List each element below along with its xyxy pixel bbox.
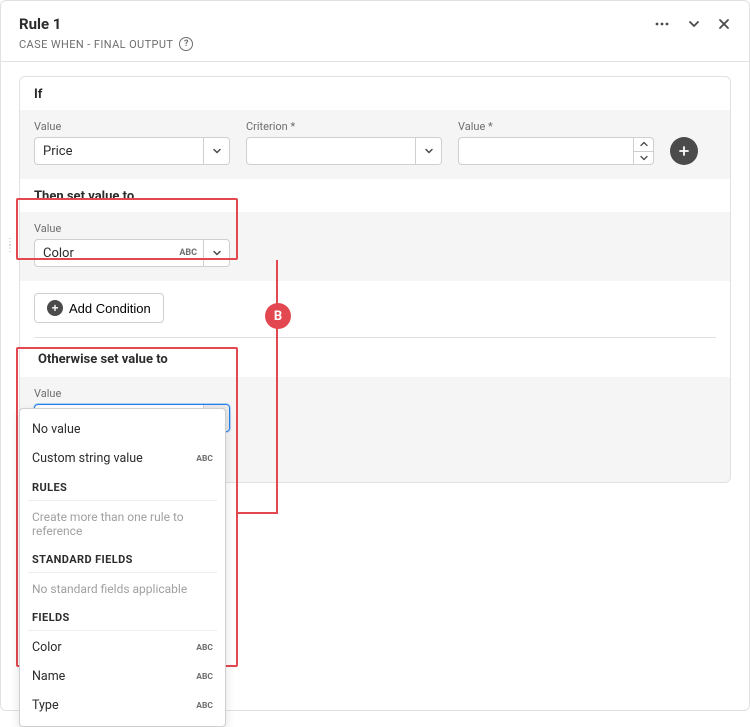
then-section: Then set value to xyxy=(20,179,730,204)
panel-body: ⋮⋮⋮⋮ If Value Price xyxy=(1,62,749,507)
if-value2-label: Value * xyxy=(458,120,654,133)
if-title: If xyxy=(34,87,716,102)
abc-badge: ABC xyxy=(196,454,213,464)
criterion-label: Criterion * xyxy=(246,120,442,133)
chevron-down-icon[interactable] xyxy=(203,240,229,266)
then-value-label: Value xyxy=(34,222,230,235)
otherwise-value-label: Value xyxy=(34,387,230,400)
dropdown-item-custom-string[interactable]: Custom string value ABC xyxy=(20,444,225,473)
rule-subtitle: CASE WHEN - FINAL OUTPUT ? xyxy=(19,37,193,51)
if-value-select[interactable]: Price xyxy=(34,137,230,165)
if-body: Value Price Criterion * xyxy=(20,110,730,179)
if-section: If xyxy=(20,77,730,102)
criterion-select[interactable] xyxy=(246,137,442,165)
value-dropdown: No value Custom string value ABC RULES C… xyxy=(19,408,226,727)
panel-header: Rule 1 CASE WHEN - FINAL OUTPUT ? xyxy=(1,1,749,62)
dropdown-hint-standard: No standard fields applicable xyxy=(20,575,225,603)
chevron-down-icon[interactable] xyxy=(203,138,229,164)
dropdown-header-fields: FIELDS xyxy=(28,605,217,631)
then-value-select[interactable]: Color ABC xyxy=(34,239,230,267)
stepper-down-icon[interactable] xyxy=(634,152,653,165)
rule-subtitle-text: CASE WHEN - FINAL OUTPUT xyxy=(19,38,173,51)
dropdown-item-no-value[interactable]: No value xyxy=(20,415,225,444)
abc-badge: ABC xyxy=(196,701,213,711)
otherwise-title: Otherwise set value to xyxy=(38,352,712,367)
dropdown-hint-rules: Create more than one rule to reference xyxy=(20,503,225,545)
if-value2-input[interactable] xyxy=(459,138,633,164)
chevron-down-icon[interactable] xyxy=(415,138,441,164)
rule-title: Rule 1 xyxy=(19,15,193,33)
help-icon[interactable]: ? xyxy=(179,37,193,51)
otherwise-section: Otherwise set value to xyxy=(20,338,730,367)
abc-badge: ABC xyxy=(179,240,203,266)
close-icon[interactable] xyxy=(717,17,731,31)
then-title: Then set value to xyxy=(34,189,716,204)
rule-panel: Rule 1 CASE WHEN - FINAL OUTPUT ? ⋮⋮⋮⋮ I… xyxy=(0,0,750,711)
stepper-up-icon[interactable] xyxy=(634,138,653,152)
callout-badge: B xyxy=(265,303,291,329)
add-condition-label: Add Condition xyxy=(69,301,151,316)
criterion-value xyxy=(247,138,415,164)
add-clause-button[interactable] xyxy=(670,137,698,165)
then-body: Value Color ABC xyxy=(20,212,730,281)
abc-badge: ABC xyxy=(196,643,213,653)
dropdown-header-standard: STANDARD FIELDS xyxy=(28,547,217,573)
dropdown-item-field[interactable]: Name ABC xyxy=(20,662,225,691)
add-condition-button[interactable]: + Add Condition xyxy=(34,293,164,323)
if-value-label: Value xyxy=(34,120,230,133)
if-value-selected: Price xyxy=(35,138,203,164)
if-value2-stepper[interactable] xyxy=(458,137,654,165)
plus-icon: + xyxy=(47,300,63,316)
dropdown-header-rules: RULES xyxy=(28,475,217,501)
collapse-icon[interactable] xyxy=(687,17,701,31)
more-icon[interactable] xyxy=(653,15,671,33)
abc-badge: ABC xyxy=(196,672,213,682)
then-value-selected: Color xyxy=(35,240,179,266)
dropdown-item-field[interactable]: Type ABC xyxy=(20,691,225,720)
dropdown-item-field[interactable]: Color ABC xyxy=(20,633,225,662)
